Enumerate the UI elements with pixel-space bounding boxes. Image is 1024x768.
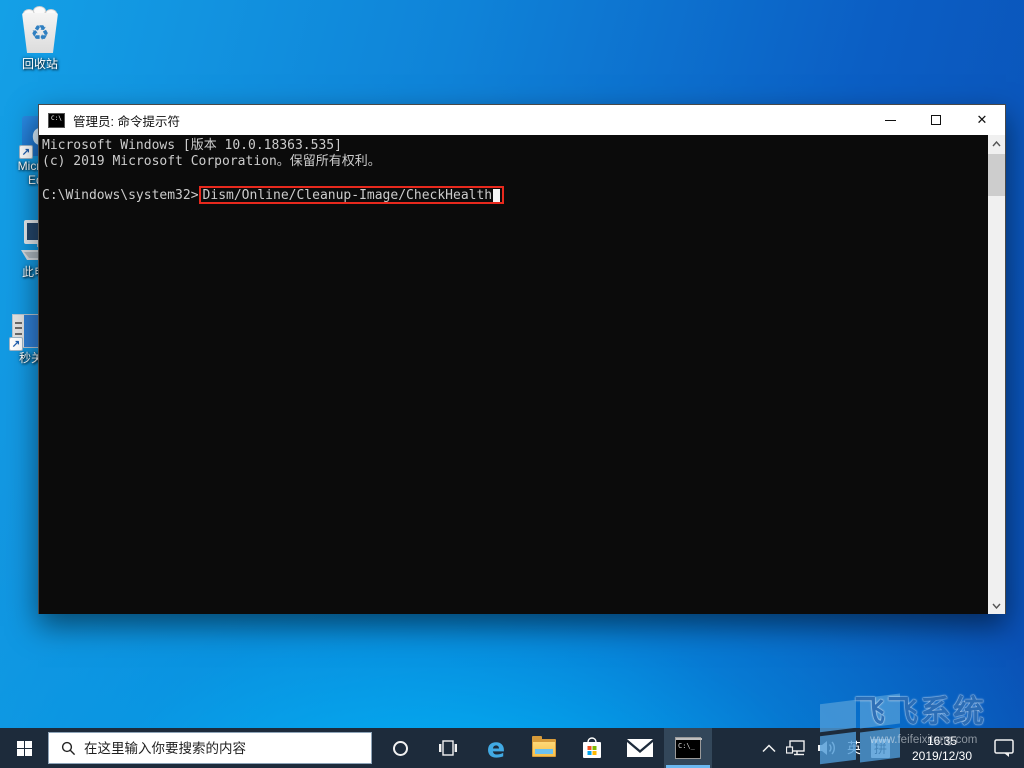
watermark-brand: 飞飞系统 [854, 694, 986, 729]
windows-logo-icon [16, 740, 32, 756]
console-output[interactable]: Microsoft Windows [版本 10.0.18363.535] (c… [39, 135, 1005, 614]
recycle-glyph: ♻ [30, 21, 50, 45]
speaker-icon [818, 741, 835, 755]
maximize-button[interactable] [913, 105, 959, 135]
desktop-icon-recycle-bin[interactable]: ♻ 回收站 [6, 6, 74, 71]
console-prompt-row: C:\Windows\system32> Dism/Online/Cleanup-… [42, 186, 985, 204]
cmd-window-icon: C:\ [48, 112, 65, 128]
close-button[interactable]: ✕ [959, 105, 1005, 135]
shortcut-arrow-icon: ↗ [19, 145, 33, 159]
edge-icon: e [486, 732, 506, 764]
text-cursor [493, 188, 501, 202]
cmd-window: C:\ 管理员: 命令提示符 ✕ Microsoft Windows [版本 1… [38, 104, 1006, 614]
mail-button[interactable] [616, 728, 664, 768]
desktop-root: ♻ 回收站 e ↗ Microsoft Edge 此电脑 ↗ 秒关 [0, 0, 1024, 768]
network-icon [786, 740, 805, 756]
console-line: Microsoft Windows [版本 10.0.18363.535] [42, 138, 342, 153]
minimize-button[interactable] [867, 105, 913, 135]
start-button[interactable] [0, 728, 48, 768]
taskbar-cmd-button[interactable]: C:\_ [664, 728, 712, 768]
clock[interactable]: 16:35 2019/12/30 [895, 728, 989, 768]
mail-icon [627, 739, 653, 757]
recycle-bin-icon: ♻ [17, 6, 63, 54]
ime-language-button[interactable]: 英 [842, 728, 866, 768]
taskbar-edge-button[interactable]: e [472, 728, 520, 768]
file-explorer-button[interactable] [520, 728, 568, 768]
search-icon [61, 741, 76, 755]
volume-button[interactable] [813, 728, 842, 768]
tray-time: 16:35 [926, 733, 958, 748]
console-line: (c) 2019 Microsoft Corporation。保留所有权利。 [42, 154, 381, 169]
cortana-icon [392, 740, 408, 756]
shortcut-arrow-icon: ↗ [9, 337, 23, 351]
ime-pinyin-icon: 拼 [871, 738, 890, 758]
tray-overflow-button[interactable] [757, 728, 781, 768]
system-tray: 英 拼 16:35 2019/12/30 [757, 728, 1024, 768]
window-title: 管理员: 命令提示符 [73, 114, 180, 129]
search-input[interactable] [84, 740, 371, 756]
task-view-icon [439, 740, 457, 756]
console-command: Dism/Online/Cleanup-Image/CheckHealth [202, 187, 493, 203]
maximize-icon [931, 115, 941, 125]
cmd-icon: C:\_ [675, 737, 702, 759]
scrollbar-thumb[interactable] [988, 154, 1005, 196]
store-button[interactable] [568, 728, 616, 768]
cmd-titlebar[interactable]: C:\ 管理员: 命令提示符 ✕ [39, 105, 1005, 135]
chevron-up-icon [762, 743, 776, 752]
action-center-button[interactable] [989, 728, 1024, 768]
scroll-up-icon[interactable] [988, 135, 1005, 152]
taskbar-search[interactable] [48, 732, 372, 764]
minimize-icon [884, 119, 896, 121]
vertical-scrollbar[interactable] [988, 135, 1005, 614]
command-highlight-box: Dism/Online/Cleanup-Image/CheckHealth [198, 186, 505, 204]
taskbar: e C:\_ [0, 728, 1024, 768]
desktop-icon-label: 回收站 [21, 57, 58, 71]
console-prompt: C:\Windows\system32> [42, 187, 199, 203]
ime-input-button[interactable]: 拼 [866, 728, 895, 768]
tray-date: 2019/12/30 [911, 748, 973, 763]
action-center-icon [994, 738, 1014, 757]
task-view-button[interactable] [424, 728, 472, 768]
scroll-down-icon[interactable] [988, 597, 1005, 614]
cortana-button[interactable] [376, 728, 424, 768]
close-icon: ✕ [976, 112, 988, 127]
file-explorer-icon [532, 736, 556, 757]
store-icon [583, 737, 601, 758]
network-button[interactable] [781, 728, 813, 768]
